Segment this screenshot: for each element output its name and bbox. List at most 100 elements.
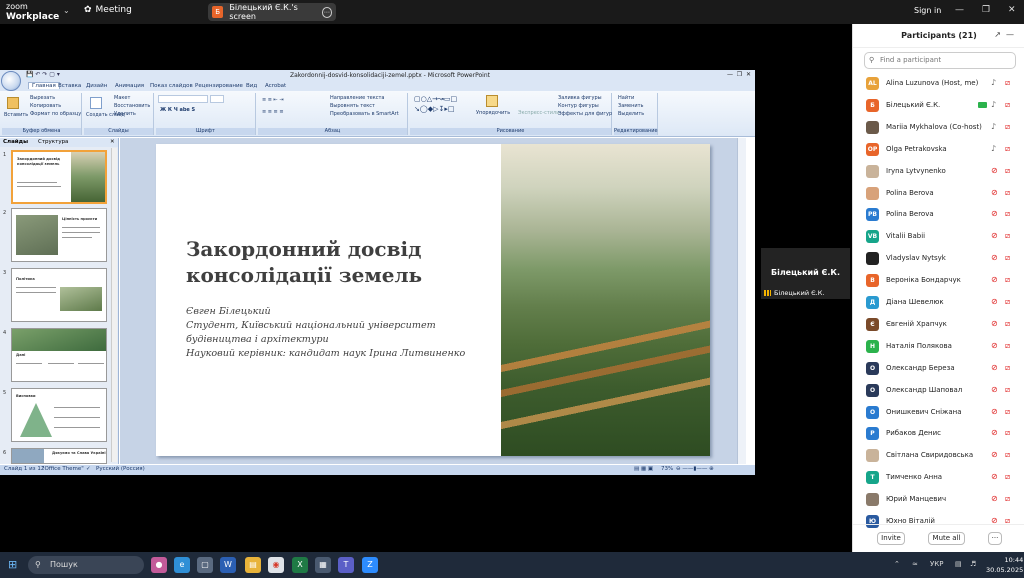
tab-view[interactable]: Вид <box>246 83 257 89</box>
video-off-icon[interactable]: ⧄ <box>1005 209 1010 219</box>
mic-muted-icon[interactable]: ⊘ <box>991 494 998 503</box>
mic-icon[interactable]: ♪ <box>991 78 996 87</box>
office-button[interactable] <box>1 71 21 91</box>
video-off-icon[interactable]: ⧄ <box>1005 78 1010 88</box>
participant-search-input[interactable]: ⚲ Find a participant <box>864 52 1016 69</box>
slide-thumbnail[interactable]: Закордонний досвід консолідації земель <box>11 150 107 204</box>
mic-muted-icon[interactable]: ⊘ <box>991 209 998 218</box>
mic-muted-icon[interactable]: ⊘ <box>991 188 998 197</box>
slide-thumbnail[interactable]: Дані <box>11 328 107 382</box>
more-options-icon[interactable]: ⋯ <box>321 6 332 18</box>
select-button[interactable]: Выделить <box>618 111 644 117</box>
participant-row[interactable]: Світлана Свиридовська ⊘ ⧄ <box>853 445 1024 467</box>
video-off-icon[interactable]: ⧄ <box>1005 275 1010 285</box>
ppt-window-controls[interactable]: — ❐ ✕ <box>727 71 751 78</box>
reset-button[interactable]: Восстановить <box>114 103 150 109</box>
tab-acrobat[interactable]: Acrobat <box>265 83 286 89</box>
popout-icon[interactable]: ↗— <box>994 30 1019 39</box>
taskbar-search[interactable]: ⚲ Пошук <box>28 556 144 574</box>
close-icon[interactable]: ✕ <box>110 139 115 145</box>
language-indicator[interactable]: Русский (Россия) <box>96 466 145 472</box>
font-format-buttons[interactable]: Ж К Ч abe S <box>160 107 195 113</box>
participant-row[interactable]: Mariia Mykhalova (Co-host) ♪ ⧄ <box>853 117 1024 139</box>
video-off-icon[interactable]: ⧄ <box>1005 231 1010 241</box>
mic-icon[interactable]: ♪ <box>991 144 996 153</box>
widgets-icon[interactable]: ● <box>151 557 167 573</box>
panel-scrollbar[interactable] <box>111 148 117 462</box>
excel-icon[interactable]: X <box>292 557 308 573</box>
participant-row[interactable]: Polina Berova ⊘ ⧄ <box>853 183 1024 205</box>
mute-all-button[interactable]: Mute all <box>928 532 965 545</box>
slide-thumbnail[interactable]: Цінність проєкти <box>11 208 107 262</box>
shapes-gallery-row2[interactable]: ↘◯◆▷↧▸□ <box>414 105 454 113</box>
more-button[interactable]: ··· <box>988 532 1002 545</box>
tab-design[interactable]: Дизайн <box>86 83 107 89</box>
video-icon[interactable]: ⧄ <box>1005 100 1010 110</box>
current-slide[interactable]: Закордонний досвід консолідації земель Є… <box>156 144 710 456</box>
participant-row[interactable]: Д Діана Шевелюк ⊘ ⧄ <box>853 292 1024 314</box>
mic-muted-icon[interactable]: ⊘ <box>991 428 998 437</box>
video-off-icon[interactable]: ⧄ <box>1005 450 1010 460</box>
chevron-up-icon[interactable]: ⌃ <box>894 560 900 568</box>
align-text-button[interactable]: Выровнять текст <box>330 103 375 109</box>
start-icon[interactable]: ⊞ <box>8 558 17 571</box>
video-off-icon[interactable]: ⧄ <box>1005 122 1010 132</box>
copy-button[interactable]: Копировать <box>30 103 61 109</box>
teams-icon[interactable]: T <box>338 557 354 573</box>
smartart-button[interactable]: Преобразовать в SmartArt <box>330 111 399 117</box>
participant-row[interactable]: Н Наталія Полякова ⊘ ⧄ <box>853 336 1024 358</box>
video-off-icon[interactable]: ⧄ <box>1005 319 1010 329</box>
slide-thumbnail[interactable]: Дякуємо та Слава Україні <box>11 448 107 464</box>
mic-muted-icon[interactable]: ⊘ <box>991 385 998 394</box>
mic-muted-icon[interactable]: ⊘ <box>991 275 998 284</box>
mic-muted-icon[interactable]: ⊘ <box>991 166 998 175</box>
mic-icon[interactable]: ♪ <box>991 100 996 109</box>
system-clock[interactable]: 10:44 30.05.2025 <box>986 555 1023 575</box>
zoom-taskbar-icon[interactable]: Z <box>362 557 378 573</box>
tab-animation[interactable]: Анимация <box>115 83 144 89</box>
participant-row[interactable]: Є Євгеній Храпчук ⊘ ⧄ <box>853 314 1024 336</box>
wifi-icon[interactable]: ≈ <box>912 560 918 568</box>
app-icon[interactable]: ▦ <box>315 557 331 573</box>
mic-muted-icon[interactable]: ⊘ <box>991 407 998 416</box>
list-buttons[interactable]: ≡ ≡ ⇤ ⇥ <box>262 97 284 103</box>
arrange-button[interactable]: Упорядочить <box>476 110 510 116</box>
restore-icon[interactable]: ❐ <box>982 5 990 15</box>
participant-row[interactable]: Vladyslav Nytsyk ⊘ ⧄ <box>853 248 1024 270</box>
quick-styles-button[interactable]: Экспресс-стили <box>518 110 559 116</box>
sign-in-button[interactable]: Sign in <box>914 6 941 15</box>
taskview-icon[interactable]: ▢ <box>197 557 213 573</box>
participant-row[interactable]: О Олександр Береза ⊘ ⧄ <box>853 358 1024 380</box>
participant-row[interactable]: AL Alina Luzunova (Host, me) ♪ ⧄ <box>853 73 1024 95</box>
network-icon[interactable]: ▤ <box>955 560 962 568</box>
edge-icon[interactable]: e <box>174 557 190 573</box>
slide-thumbnail[interactable]: Політика <box>11 268 107 322</box>
format-painter-button[interactable]: Формат по образцу <box>30 111 81 117</box>
delete-button[interactable]: Удалить <box>114 111 136 117</box>
view-buttons[interactable]: ▤ ▦ ▣ <box>634 466 653 472</box>
replace-button[interactable]: Заменить <box>618 103 644 109</box>
word-icon[interactable]: W <box>220 557 236 573</box>
mic-muted-icon[interactable]: ⊘ <box>991 297 998 306</box>
mic-muted-icon[interactable]: ⊘ <box>991 472 998 481</box>
participant-row[interactable]: Р Рибаков Денис ⊘ ⧄ <box>853 423 1024 445</box>
mic-muted-icon[interactable]: ⊘ <box>991 231 998 240</box>
participant-row[interactable]: VB Vitalii Babii ⊘ ⧄ <box>853 226 1024 248</box>
video-off-icon[interactable]: ⧄ <box>1005 166 1010 176</box>
shape-outline-button[interactable]: Контур фигуры <box>558 103 599 109</box>
tab-slideshow[interactable]: Показ слайдов <box>150 83 193 89</box>
arrange-icon[interactable] <box>486 95 498 107</box>
language-indicator[interactable]: УКР <box>930 560 943 568</box>
mic-muted-icon[interactable]: ⊘ <box>991 319 998 328</box>
chrome-icon[interactable]: ◉ <box>268 557 284 573</box>
screen-share-pill[interactable]: Б Білецький Є.К.'s screen ⋯ <box>208 3 336 21</box>
video-off-icon[interactable]: ⧄ <box>1005 253 1010 263</box>
video-off-icon[interactable]: ⧄ <box>1005 385 1010 395</box>
video-tile[interactable]: Білецький Є.К. Білецький Є.К. <box>761 248 850 299</box>
video-off-icon[interactable]: ⧄ <box>1005 297 1010 307</box>
tab-review[interactable]: Рецензирование <box>195 83 243 89</box>
mic-icon[interactable]: ♪ <box>991 122 996 131</box>
participant-row[interactable]: Т Тимченко Анна ⊘ ⧄ <box>853 467 1024 489</box>
font-size-select[interactable] <box>210 95 224 103</box>
video-off-icon[interactable]: ⧄ <box>1005 144 1010 154</box>
